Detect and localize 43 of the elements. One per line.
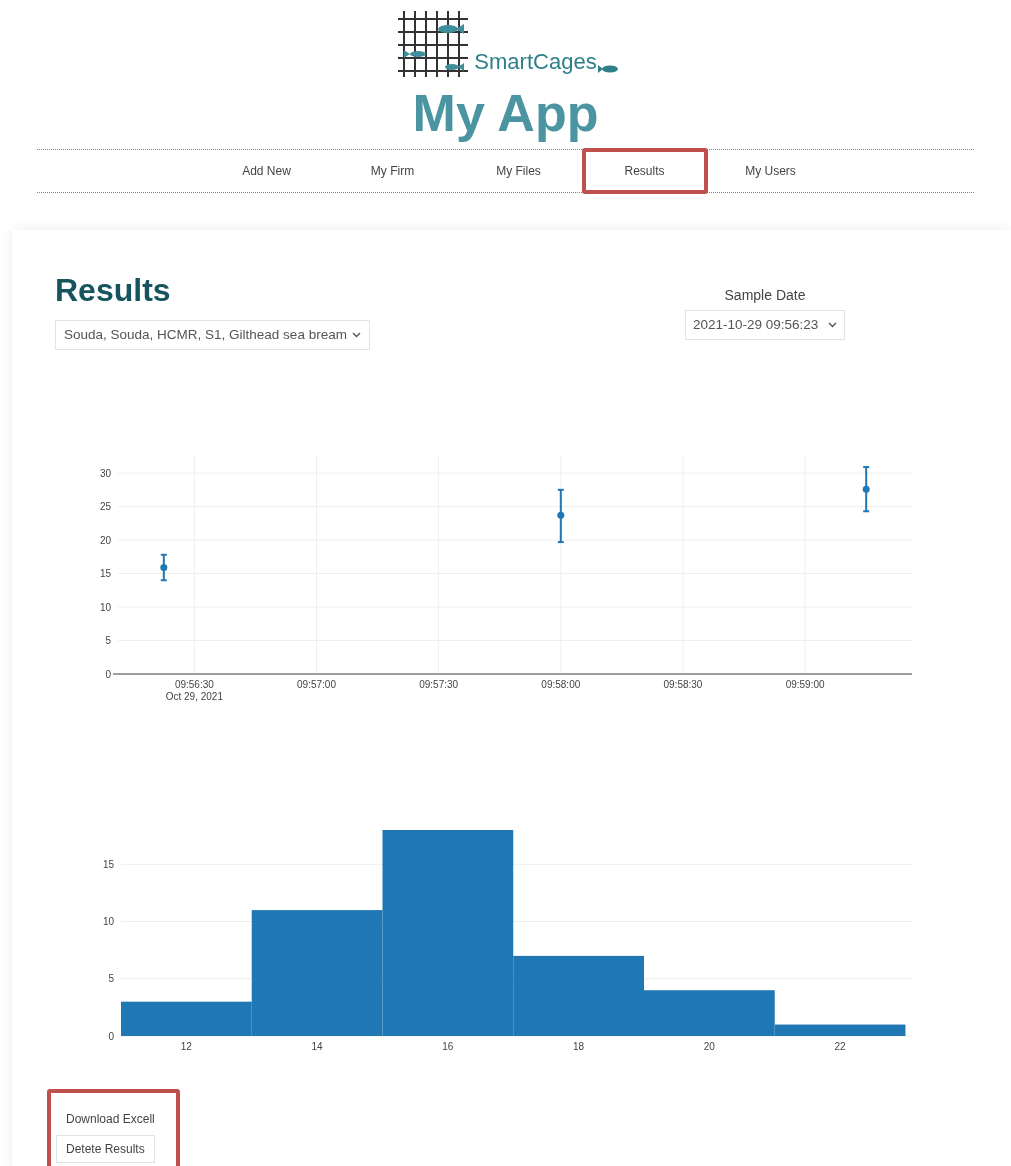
error-bar	[159, 553, 168, 582]
axis-label: 0	[105, 668, 111, 680]
axis-label: 09:57:00	[297, 679, 336, 690]
axis-label: 09:59:00	[785, 679, 825, 690]
error-bar	[862, 466, 871, 513]
sample-date-select[interactable]: 2021-10-29 09:56:23	[685, 310, 845, 340]
location-select[interactable]: Souda, Souda, HCMR, S1, Gilthead sea bream	[55, 320, 370, 350]
nav-link[interactable]: My Firm	[329, 148, 456, 194]
chevron-icon	[828, 322, 837, 328]
axis-label: 22	[834, 1041, 846, 1052]
chevron-icon	[352, 332, 361, 338]
axis-label: 10	[99, 601, 111, 613]
nav-link[interactable]: My Files	[455, 148, 582, 194]
sample-date-label: Sample Date	[724, 286, 806, 305]
axis-label: 15	[99, 568, 111, 580]
axis-label: 09:56:30	[174, 679, 214, 690]
nav-link[interactable]: Add New	[203, 148, 330, 194]
axis-label: 09:58:00	[541, 679, 581, 690]
page-heading: Results	[55, 271, 172, 310]
axis-label: 09:58:30	[663, 679, 703, 690]
axis-label: 12	[180, 1041, 192, 1052]
axis-label: 30	[99, 467, 111, 479]
axis-label: 16	[442, 1041, 454, 1052]
axis-label: 14	[311, 1041, 323, 1052]
axis-label: 18	[573, 1041, 585, 1052]
action-button[interactable]: Detete Results	[56, 1135, 155, 1163]
axis-label: 09:57:30	[419, 679, 459, 690]
nav-link[interactable]: Results	[581, 148, 708, 194]
axis-label: 15	[102, 858, 114, 870]
error-bar	[556, 488, 565, 544]
axis-label: 20	[99, 534, 111, 546]
fish-icon	[596, 64, 619, 74]
axis-label: 20	[703, 1041, 715, 1052]
axis-label: 25	[99, 501, 111, 513]
logo-text: SmartCages	[474, 51, 597, 73]
app-title: My App	[412, 83, 599, 143]
axis-label: 5	[108, 973, 114, 985]
axis-label: 0	[108, 1030, 114, 1042]
axis-label: Oct 29, 2021	[165, 691, 223, 702]
axis-label: 10	[102, 916, 114, 928]
nav-link[interactable]: My Users	[707, 148, 834, 194]
action-button[interactable]: Download Excell	[56, 1105, 165, 1133]
axis-label: 5	[105, 635, 111, 646]
